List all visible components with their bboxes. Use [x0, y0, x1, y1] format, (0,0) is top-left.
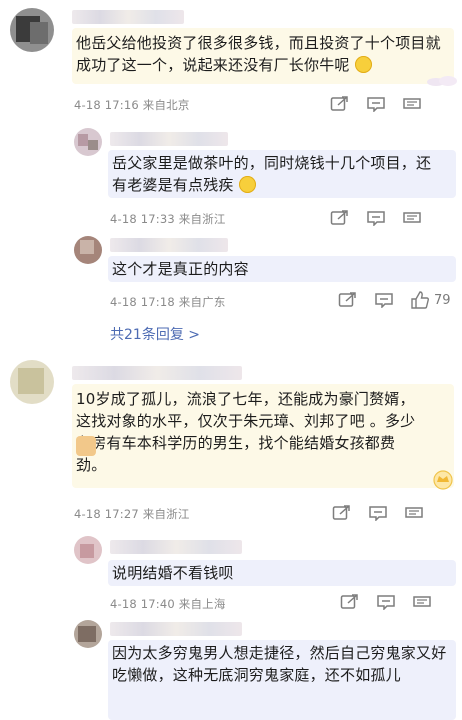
share-icon[interactable]: [340, 594, 360, 610]
reply-text: 这个才是真正的内容: [112, 260, 249, 278]
like-count: 79: [434, 293, 451, 308]
share-icon[interactable]: [330, 210, 350, 226]
more-replies-link[interactable]: 共21条回复 >: [110, 324, 200, 344]
comment-icon[interactable]: [368, 505, 388, 521]
comment-icon[interactable]: [376, 594, 396, 610]
avatar[interactable]: [74, 128, 102, 156]
comment-text: 10岁成了孤儿，流浪了七年，还能成为豪门赘婿，这找对象的水平，仅次于朱元璋、刘邦…: [76, 388, 422, 476]
comment-icon[interactable]: [366, 210, 386, 226]
reply-text: 说明结婚不看钱呗: [112, 564, 234, 582]
username-blurred[interactable]: [110, 622, 242, 636]
laughing-emoji-icon: [238, 176, 256, 193]
reply-meta: 4-18 17:33 来自浙江: [110, 212, 226, 226]
username-blurred[interactable]: [110, 540, 242, 554]
comment-text-content: 他岳父给他投资了很多很多钱，而且投资了十个项目就成功了这一个，说起来还没有厂长你…: [76, 34, 441, 74]
sticker-decoration-icon: [426, 72, 458, 86]
username-blurred[interactable]: [110, 132, 228, 146]
thumbs-up-icon[interactable]: [410, 290, 430, 310]
comment-icon[interactable]: [366, 96, 386, 112]
reply-text-content: 岳父家里是做茶叶的，同时烧钱十几个项目，还有老婆是有点残疾: [112, 154, 432, 194]
share-icon[interactable]: [338, 292, 358, 308]
like-icon[interactable]: [402, 96, 422, 112]
share-icon[interactable]: [330, 96, 350, 112]
username-blurred[interactable]: [72, 10, 184, 24]
smile-emoji-icon: [354, 56, 372, 73]
avatar[interactable]: [10, 8, 54, 52]
avatar[interactable]: [74, 536, 102, 564]
like-icon[interactable]: [412, 594, 432, 610]
like-icon[interactable]: [404, 505, 424, 521]
username-blurred[interactable]: [110, 238, 228, 252]
comment-text: 他岳父给他投资了很多很多钱，而且投资了十个项目就成功了这一个，说起来还没有厂长你…: [76, 32, 448, 76]
reply-text: 岳父家里是做茶叶的，同时烧钱十几个项目，还有老婆是有点残疾: [112, 152, 432, 196]
avatar[interactable]: [10, 360, 54, 404]
reply-meta: 4-18 17:40 来自上海: [110, 597, 226, 611]
avatar[interactable]: [74, 620, 102, 648]
avatar[interactable]: [74, 236, 102, 264]
reply-text: 因为太多穷鬼男人想走捷径，然后自己穷鬼家又好吃懒做，这种无底洞穷鬼家庭，还不如孤…: [112, 644, 447, 684]
crown-badge-icon: [430, 470, 456, 490]
username-blurred[interactable]: [72, 366, 242, 380]
like-icon[interactable]: [402, 210, 422, 226]
comment-icon[interactable]: [374, 292, 394, 308]
comment-meta: 4-18 17:16 来自北京: [74, 98, 190, 112]
comment-text-content: 10岁成了孤儿，流浪了七年，还能成为豪门赘婿，这找对象的水平，仅次于朱元璋、刘邦…: [76, 390, 416, 474]
reply-meta: 4-18 17:18 来自广东: [110, 295, 226, 309]
comment-meta: 4-18 17:27 来自浙江: [74, 507, 190, 521]
thumbs-up-emoji-icon: [76, 436, 96, 456]
share-icon[interactable]: [332, 505, 352, 521]
